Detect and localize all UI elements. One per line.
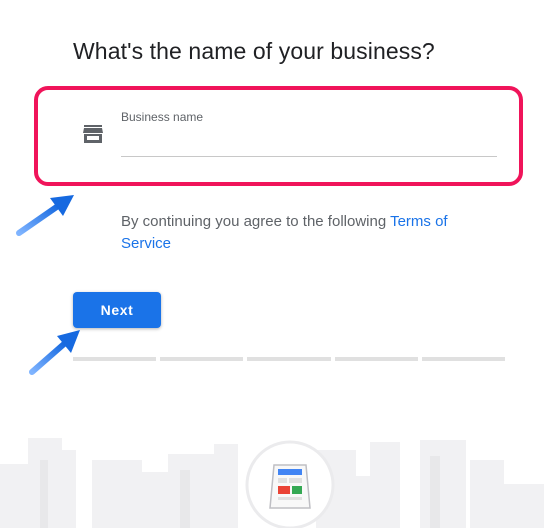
- city-skyline-illustration: [0, 438, 544, 528]
- business-name-input[interactable]: [121, 130, 497, 157]
- storefront-sign-icon: [269, 464, 311, 509]
- annotation-arrow-icon: [16, 195, 74, 236]
- progress-segment: [334, 357, 418, 361]
- progress-segment: [421, 357, 506, 361]
- store-icon: [83, 125, 103, 143]
- progress-segment: [160, 357, 244, 361]
- next-button[interactable]: Next: [73, 292, 161, 328]
- business-name-label: Business name: [121, 110, 204, 124]
- progress-segment: [73, 357, 157, 361]
- terms-text: By continuing you agree to the following: [121, 213, 391, 230]
- terms-notice: By continuing you agree to the following…: [121, 211, 491, 255]
- progress-segment: [247, 357, 331, 361]
- annotation-arrow-icon: [29, 330, 80, 375]
- progress-bar: [73, 357, 506, 361]
- page-title: What's the name of your business?: [73, 38, 435, 64]
